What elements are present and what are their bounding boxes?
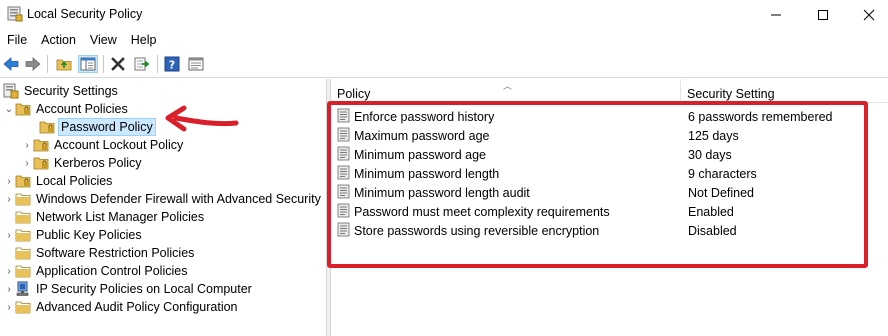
sort-ascending-icon: ︿ [503,81,513,91]
folder-icon [15,301,31,314]
maximize-icon [818,10,828,20]
export-list-icon [134,57,150,71]
column-header-security-setting[interactable]: Security Setting [681,79,888,103]
tree-label: Security Settings [24,84,118,98]
folder-icon [15,211,31,224]
tree-item-network-list-manager[interactable]: Network List Manager Policies [3,208,206,226]
folder-icon [15,247,31,260]
back-button[interactable] [1,55,21,73]
folder-icon [15,229,31,242]
folder-icon [15,193,31,206]
menu-file[interactable]: File [0,30,34,50]
forward-button[interactable] [23,55,43,73]
tree-label: IP Security Policies on Local Computer [36,282,252,296]
menu-bar: File Action View Help [0,30,888,50]
close-icon [863,9,875,21]
tree-label: Public Key Policies [36,228,142,242]
help-button[interactable]: ? [162,55,182,73]
tree-item-password-policy[interactable]: Password Policy [27,118,156,136]
toolbar-separator [47,55,48,73]
folder-lock-icon [39,121,55,134]
menu-help[interactable]: Help [124,30,164,50]
tree-item-advanced-audit-policy[interactable]: › Advanced Audit Policy Configuration [3,298,240,316]
chevron-right-icon[interactable]: › [21,154,33,172]
tree-label: Account Policies [36,102,128,116]
chevron-right-icon[interactable]: › [3,190,15,208]
delete-icon [111,57,125,71]
tree-item-account-lockout-policy[interactable]: › Account Lockout Policy [21,136,185,154]
chevron-right-icon[interactable]: › [3,226,15,244]
help-icon: ? [164,56,180,72]
up-one-level-button[interactable] [54,55,74,73]
tree-label: Local Policies [36,174,113,188]
window-title: Local Security Policy [27,7,143,21]
tree-label: Kerberos Policy [54,156,142,170]
menu-view[interactable]: View [83,30,124,50]
chevron-down-icon[interactable]: ⌄ [3,100,15,118]
menu-action[interactable]: Action [34,30,83,50]
forward-icon [25,57,41,71]
tree-item-application-control[interactable]: › Application Control Policies [3,262,189,280]
annotation-highlight-box [327,101,868,268]
show-hide-console-tree-button[interactable] [78,55,98,73]
security-policy-app-icon [7,6,23,22]
delete-button[interactable] [108,55,128,73]
tree-item-windows-defender-firewall[interactable]: › Windows Defender Firewall with Advance… [3,190,323,208]
title-bar: Local Security Policy [0,0,888,30]
up-folder-icon [56,59,72,71]
properties-button[interactable] [186,55,206,73]
tree-label: Windows Defender Firewall with Advanced … [36,192,321,206]
folder-lock-icon [33,157,49,170]
minimize-button[interactable] [753,0,799,30]
tree-item-account-policies[interactable]: ⌄ Account Policies [3,100,130,118]
toolbar-separator [103,55,104,73]
tree-item-local-policies[interactable]: › Local Policies [3,172,114,190]
tree-label: Password Policy [58,118,156,136]
export-list-button[interactable] [132,55,152,73]
properties-icon [188,57,204,71]
chevron-right-icon[interactable]: › [3,172,15,190]
security-settings-icon [3,83,19,99]
tree-root[interactable]: Security Settings [3,82,120,100]
tree-item-software-restriction[interactable]: Software Restriction Policies [3,244,196,262]
folder-icon [15,265,31,278]
tree-item-public-key-policies[interactable]: › Public Key Policies [3,226,144,244]
list-header: Policy ︿ Security Setting [331,79,888,103]
folder-lock-icon [33,139,49,152]
tree-label: Network List Manager Policies [36,210,205,224]
maximize-button[interactable] [800,0,846,30]
chevron-right-icon[interactable]: › [3,298,15,316]
chevron-right-icon[interactable]: › [3,262,15,280]
tree-label: Account Lockout Policy [54,138,184,152]
tree-item-kerberos-policy[interactable]: › Kerberos Policy [21,154,144,172]
tree-label: Software Restriction Policies [36,246,195,260]
minimize-icon [771,14,781,16]
tree-label: Application Control Policies [36,264,188,278]
back-icon [3,57,19,71]
folder-lock-icon [15,175,31,188]
toolbar-separator [157,55,158,73]
annotation-arrow-icon [165,105,239,132]
toolbar: ? [0,51,888,78]
svg-text:?: ? [169,59,175,72]
folder-lock-icon [15,103,31,116]
chevron-right-icon[interactable]: › [21,136,33,154]
close-button[interactable] [846,0,888,30]
tree-item-ip-security-policies[interactable]: › IP Security Policies on Local Computer [3,280,254,298]
tree-label: Advanced Audit Policy Configuration [36,300,238,314]
show-hide-tree-icon [80,57,96,71]
ip-security-icon [16,281,29,296]
chevron-right-icon[interactable]: › [3,280,15,298]
